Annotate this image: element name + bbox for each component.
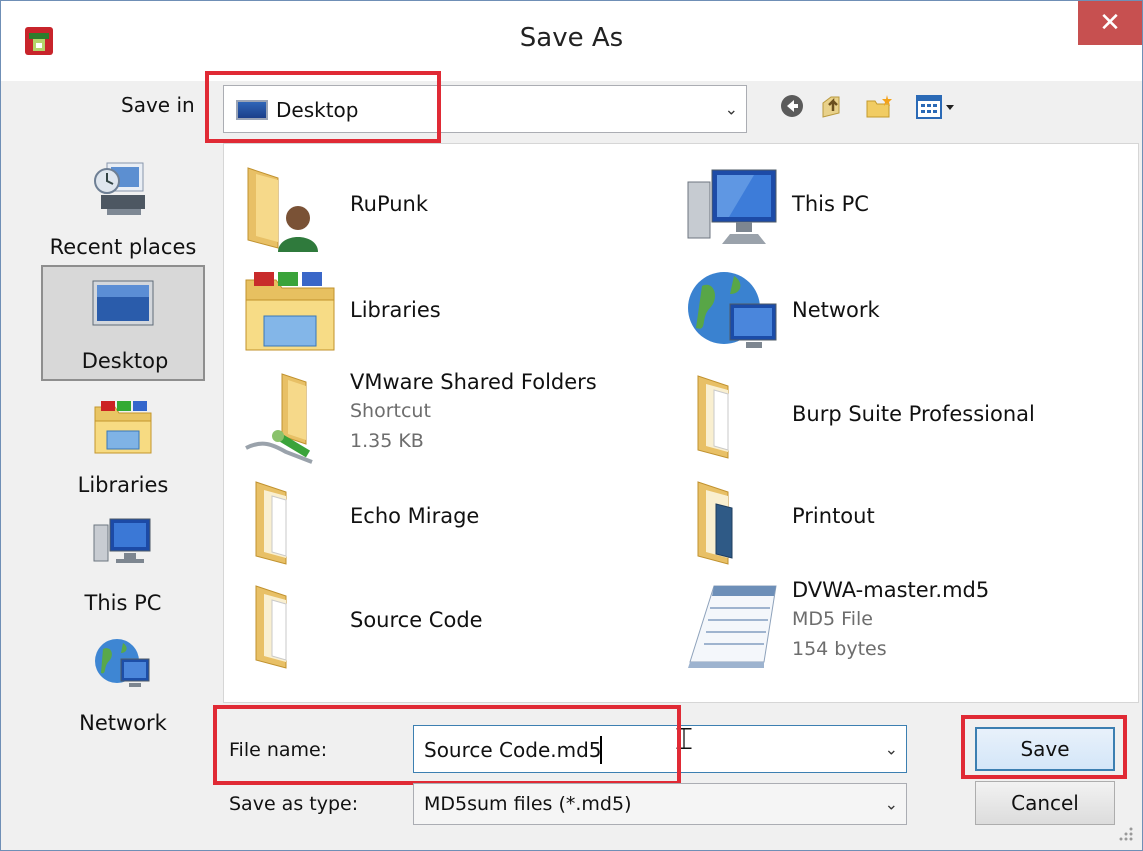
list-item-libraries[interactable]: Libraries — [232, 256, 662, 356]
file-type: MD5 File — [792, 608, 873, 630]
up-folder-icon[interactable] — [819, 93, 847, 121]
file-name-label: File name: — [229, 739, 328, 761]
this-pc-icon — [93, 518, 151, 563]
place-label: Desktop — [81, 349, 169, 373]
list-item-printout[interactable]: Printout — [674, 466, 1104, 566]
close-icon: ✕ — [1099, 8, 1121, 38]
file-name-value: Source Code.md5 — [424, 738, 602, 762]
chevron-down-icon: ⌄ — [884, 794, 898, 814]
text-file-icon — [688, 585, 777, 668]
place-label: Libraries — [77, 473, 169, 497]
file-name: Network — [792, 298, 880, 322]
desktop-icon — [236, 100, 268, 120]
file-name: VMware Shared Folders — [350, 370, 597, 394]
save-in-label: Save in — [121, 93, 195, 117]
close-button[interactable]: ✕ — [1078, 1, 1142, 45]
save-button[interactable]: Save — [975, 727, 1115, 771]
save-in-value: Desktop — [276, 98, 359, 122]
save-in-dropdown[interactable]: Desktop ⌄ — [223, 85, 747, 133]
file-name-input[interactable]: Source Code.md5 ⌄ — [413, 725, 907, 773]
place-label: Recent places — [49, 235, 197, 259]
save-as-type-label: Save as type: — [229, 793, 359, 815]
file-list: RuPunk This PC Libraries Network VMware … — [223, 143, 1139, 703]
libraries-icon — [94, 401, 152, 454]
network-icon — [688, 272, 777, 348]
chevron-down-icon[interactable]: ⌄ — [885, 740, 898, 759]
view-menu-icon[interactable] — [915, 93, 959, 121]
cancel-button[interactable]: Cancel — [975, 781, 1115, 825]
chevron-down-icon: ⌄ — [724, 99, 738, 119]
window-title: Save As — [519, 23, 624, 53]
file-name: DVWA-master.md5 — [792, 578, 990, 602]
save-as-type-value: MD5sum files (*.md5) — [424, 793, 632, 815]
file-size: 1.35 KB — [350, 430, 424, 452]
place-desktop[interactable]: Desktop — [41, 265, 205, 381]
place-libraries[interactable]: Libraries — [41, 387, 205, 503]
place-label: This PC — [84, 591, 162, 615]
back-icon[interactable] — [779, 93, 805, 119]
folder-icon — [255, 481, 287, 565]
file-size: 154 bytes — [792, 638, 887, 660]
file-name: Echo Mirage — [350, 504, 480, 528]
new-folder-icon[interactable] — [865, 93, 895, 121]
place-this-pc[interactable]: This PC — [41, 505, 205, 621]
user-folder-icon — [247, 167, 318, 252]
list-item-this-pc[interactable]: This PC — [674, 152, 1104, 252]
recent-places-icon — [94, 162, 145, 215]
places-bar: Recent places Desktop Libraries This PC … — [37, 143, 209, 735]
folder-icon — [697, 375, 729, 459]
file-name: RuPunk — [350, 192, 429, 216]
save-as-dialog: Save As ✕ Save in Desktop ⌄ Recent place… — [0, 0, 1143, 851]
list-item-dvwa-master-md5[interactable]: DVWA-master.md5 MD5 File 154 bytes — [674, 570, 1104, 670]
this-pc-icon — [687, 169, 777, 244]
list-item-burp-suite-professional[interactable]: Burp Suite Professional — [674, 360, 1104, 460]
file-name: This PC — [792, 192, 869, 216]
list-item-echo-mirage[interactable]: Echo Mirage — [232, 466, 662, 566]
save-as-type-dropdown[interactable]: MD5sum files (*.md5) ⌄ — [413, 783, 907, 825]
list-item-rupunk[interactable]: RuPunk — [232, 152, 662, 252]
resize-grip-icon[interactable] — [1115, 823, 1135, 843]
folder-icon — [697, 481, 733, 565]
place-label: Network — [79, 711, 167, 735]
file-name: Libraries — [350, 298, 441, 322]
title-bar[interactable]: Save As ✕ — [1, 1, 1142, 81]
network-icon — [95, 639, 150, 687]
place-network[interactable]: Network — [41, 625, 205, 741]
desktop-icon — [92, 280, 154, 326]
list-item-source-code[interactable]: Source Code — [232, 570, 662, 670]
ibeam-cursor-icon: ⌶ — [675, 723, 693, 756]
folder-icon — [255, 585, 287, 669]
file-name: Printout — [792, 504, 875, 528]
libraries-icon — [245, 272, 335, 351]
shortcut-folder-icon — [245, 373, 313, 464]
file-name: Source Code — [350, 608, 483, 632]
file-type: Shortcut — [350, 400, 431, 422]
list-item-vmware-shared-folders[interactable]: VMware Shared Folders Shortcut 1.35 KB — [232, 360, 662, 464]
place-recent-places[interactable]: Recent places — [41, 149, 205, 265]
text-caret — [600, 736, 602, 764]
list-item-network[interactable]: Network — [674, 256, 1104, 356]
file-name: Burp Suite Professional — [792, 402, 1035, 426]
